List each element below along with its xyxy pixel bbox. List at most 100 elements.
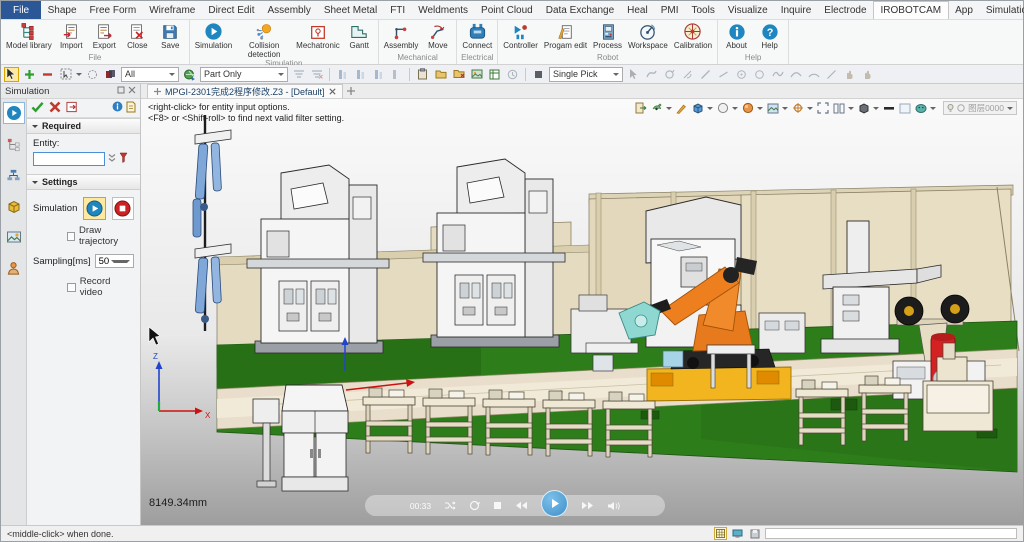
snap-free-icon[interactable] (644, 67, 659, 82)
menu-tab-free-form[interactable]: Free Form (83, 1, 143, 19)
strip-hierarchy-icon[interactable] (3, 164, 25, 186)
expand-chevron-icon[interactable] (108, 153, 116, 166)
connect-button[interactable]: Connect (459, 20, 495, 51)
color-filter-icon[interactable] (103, 67, 118, 82)
strip-snapshot-icon[interactable] (3, 226, 25, 248)
snap-cursor-icon[interactable] (626, 67, 641, 82)
shuffle-icon[interactable] (444, 501, 456, 510)
render-style-icon[interactable] (741, 102, 754, 115)
entity-input[interactable] (33, 152, 105, 166)
menu-tab-point-cloud[interactable]: Point Cloud (475, 1, 540, 19)
volume-icon[interactable] (607, 501, 620, 511)
window-layout-icon[interactable] (832, 102, 845, 115)
line-width-icon[interactable] (882, 102, 895, 115)
fast-forward-icon[interactable] (581, 501, 594, 510)
scope-icon[interactable] (182, 67, 197, 82)
document-tab[interactable]: MPGI-2301完成2程序修改.Z3 - [Default] (147, 84, 343, 98)
ok-button[interactable] (31, 101, 44, 116)
controller-button[interactable]: Controller (500, 20, 541, 51)
process-button[interactable]: Process (590, 20, 625, 51)
filter-list-icon[interactable] (291, 67, 306, 82)
exit-env-icon[interactable] (634, 102, 647, 115)
pick-box-icon[interactable] (58, 67, 73, 82)
scene-canvas[interactable]: Z X (141, 99, 1023, 525)
background-icon[interactable] (766, 102, 779, 115)
save-state-icon[interactable] (748, 527, 761, 540)
play-media-button[interactable] (541, 490, 568, 517)
show-hide-icon[interactable] (650, 102, 663, 115)
menu-tab-weldments[interactable]: Weldments (412, 1, 475, 19)
entity-filter-select[interactable]: All (121, 67, 179, 82)
viewport[interactable]: MPGI-2301完成2程序修改.Z3 - [Default] <right-c… (141, 84, 1023, 525)
select-cursor-icon[interactable] (4, 67, 19, 82)
menu-tab-data-exchange[interactable]: Data Exchange (539, 1, 620, 19)
about-button[interactable]: About (720, 20, 753, 51)
strip-workpiece-icon[interactable] (3, 195, 25, 217)
status-input[interactable] (765, 528, 1017, 539)
clipboard-icon[interactable] (415, 67, 430, 82)
layer-select[interactable]: 图层0000 (943, 101, 1017, 115)
add-selection-icon[interactable] (22, 67, 37, 82)
pick-mode-select[interactable]: Single Pick (549, 67, 623, 82)
sampling-select[interactable]: 50 (95, 254, 134, 268)
edit-sketch-icon[interactable] (675, 102, 688, 115)
menu-tab-simulation[interactable]: Simulation (979, 1, 1024, 19)
rewind-icon[interactable] (515, 501, 528, 510)
zoom-extents-icon[interactable] (816, 102, 829, 115)
cancel-button[interactable] (49, 101, 61, 116)
menu-tab-assembly[interactable]: Assembly (261, 1, 317, 19)
workspace-button[interactable]: Workspace (625, 20, 671, 51)
menu-tab-app[interactable]: App (949, 1, 980, 19)
menu-tab-file[interactable]: File (1, 1, 41, 19)
render-image-icon[interactable] (469, 67, 484, 82)
snap-line2-icon[interactable] (716, 67, 731, 82)
snap-tangent-icon[interactable] (824, 67, 839, 82)
draw-trajectory-checkbox[interactable] (67, 232, 75, 241)
menu-tab-direct-edit[interactable]: Direct Edit (202, 1, 261, 19)
assembly-button[interactable]: Assembly (381, 20, 422, 51)
monitor-icon[interactable] (731, 527, 744, 540)
help-button[interactable]: ? Help (753, 20, 786, 51)
canvas-style-icon[interactable] (898, 102, 911, 115)
record-video-checkbox[interactable] (67, 283, 76, 292)
export-image-icon[interactable] (451, 67, 466, 82)
simulation-button[interactable]: Simulation (192, 20, 235, 51)
loop-icon[interactable] (469, 500, 480, 511)
export-button[interactable]: Export (88, 20, 121, 51)
doc-note-button[interactable] (126, 101, 136, 116)
play-simulation-button[interactable] (83, 197, 105, 220)
grab-icon[interactable] (842, 67, 857, 82)
entity-picker-icon[interactable] (119, 152, 128, 166)
collision-detection-button[interactable]: Collision detection (235, 20, 293, 59)
snap-line-icon[interactable] (698, 67, 713, 82)
pick-mode-icon[interactable] (531, 67, 546, 82)
required-section-header[interactable]: Required (27, 118, 140, 134)
save-button[interactable]: Save (154, 20, 187, 51)
folder-history-icon[interactable] (433, 67, 448, 82)
menu-tab-pmi[interactable]: PMI (654, 1, 685, 19)
front-cabinet[interactable] (253, 385, 348, 491)
gantt-button[interactable]: Gantt (343, 20, 376, 51)
settings-section-header[interactable]: Settings (27, 174, 140, 190)
remove-selection-icon[interactable] (40, 67, 55, 82)
menu-tab-inquire[interactable]: Inquire (774, 1, 818, 19)
menu-tab-heal[interactable]: Heal (621, 1, 655, 19)
mechatronic-button[interactable]: Mechatronic (293, 20, 343, 51)
scope-filter-select[interactable]: Part Only (200, 67, 288, 82)
view-cube-icon[interactable] (691, 102, 704, 115)
snap-track-icon[interactable] (680, 67, 695, 82)
tab-close-icon[interactable] (329, 88, 336, 95)
menu-tab-shape[interactable]: Shape (41, 1, 83, 19)
panel-close-button[interactable] (128, 86, 136, 97)
strip-simulation-icon[interactable] (3, 102, 25, 124)
state-filter-3-icon[interactable] (371, 67, 386, 82)
snap-arc-icon[interactable] (806, 67, 821, 82)
menu-tab-irobotcam[interactable]: IROBOTCAM (873, 1, 949, 19)
grid-toggle-icon[interactable] (714, 527, 727, 540)
stop-media-icon[interactable] (493, 501, 502, 510)
state-filter-1-icon[interactable] (335, 67, 350, 82)
display-mode-icon[interactable] (716, 102, 729, 115)
face-style-icon[interactable] (914, 102, 927, 115)
snap-circle-icon[interactable] (752, 67, 767, 82)
section-cube-icon[interactable] (857, 102, 870, 115)
